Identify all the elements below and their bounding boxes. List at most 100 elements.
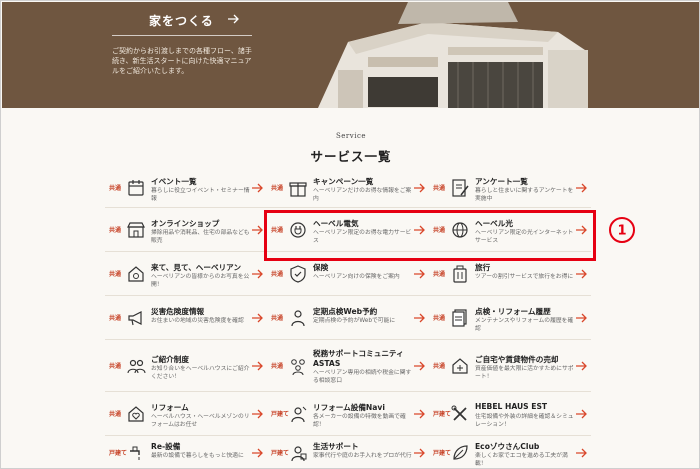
building-photo — [308, 2, 588, 108]
arrow-right-icon — [252, 409, 263, 419]
hero-banner: 家をつくる ご契約からお引渡しまでの各種フロー、諸手続き、新生活スタートに向けた… — [2, 2, 699, 108]
service-description: ヘーベリアン専用の相続や税金に関する相談窓口 — [313, 370, 412, 384]
service-description: ツアーの割引サービスで旅行をお得に — [475, 274, 574, 280]
service-title: イベント一覧 — [151, 177, 197, 186]
arrow-right-icon — [576, 269, 587, 279]
service-description: 楽しくお家でエコを進める工夫が満載！ — [475, 453, 568, 467]
arrow-right-icon — [252, 448, 263, 458]
arrow-right-icon — [414, 448, 425, 458]
scope-tag: 共通 — [433, 315, 446, 322]
gift-icon — [289, 182, 307, 197]
service-card[interactable]: 戸建て EcoゾウさんClub 楽しくお家でエコを進める工夫が満載！ — [429, 436, 591, 468]
scope-tag: 共通 — [109, 185, 122, 192]
service-card[interactable]: 共通 イベント一覧暮らしに役立つイベント・セミナー情報 — [105, 168, 267, 208]
arrow-right-icon — [576, 313, 587, 323]
service-description: 掃除用品や消耗品、住宅の部品なども販売 — [151, 230, 250, 244]
arrow-right-icon — [414, 361, 425, 371]
tax-group-icon — [291, 359, 305, 376]
service-title: 旅行 — [475, 263, 491, 272]
service-title: リフォーム設備Navi — [313, 403, 385, 412]
service-description: ヘーベルハウス・ヘーベルメゾンのリフォームはお任せ — [151, 414, 250, 428]
service-title: HEBEL HAUS EST — [475, 402, 548, 411]
service-description: 定期点検の予約がWebで可能に — [313, 318, 396, 324]
faucet-icon — [130, 446, 140, 460]
arrow-right-icon — [414, 183, 425, 193]
build-home-link[interactable]: 家をつくる — [112, 6, 252, 36]
inspector-icon — [291, 310, 305, 327]
service-title: リフォーム — [151, 403, 189, 412]
calendar-icon — [128, 180, 144, 196]
service-card[interactable]: 共通 定期点検Web予約定期点検の予約がWebで可能に — [267, 296, 429, 340]
service-description: お住まいの地域の災害危険度を確認 — [151, 318, 244, 324]
arrow-right-icon — [414, 269, 425, 279]
document-stack-icon — [452, 309, 467, 327]
service-title: 定期点検Web予約 — [313, 307, 378, 316]
highlight-box — [264, 210, 596, 261]
service-title: EcoゾウさんClub — [475, 442, 540, 451]
arrow-right-icon — [252, 313, 263, 323]
house-heart-icon — [128, 406, 144, 422]
service-title: ご自宅や賃貸物件の売却 — [475, 355, 559, 364]
service-title: 税務サポートコミュニティASTAS — [313, 349, 404, 368]
arrow-right-icon — [252, 183, 263, 193]
suitcase-icon — [453, 265, 467, 283]
service-title: キャンペーン一覧 — [313, 177, 374, 186]
shop-icon — [127, 222, 145, 238]
scope-tag: 共通 — [433, 363, 446, 370]
service-description: 家事代行や庭のお手入れをプロが代行 — [313, 453, 412, 459]
service-card[interactable]: 共通 災害危険度情報 お住まいの地域の災害危険度を確認 — [105, 296, 267, 340]
service-card[interactable]: 共通 ご紹介制度 お知り合いをヘーベルハウスにご紹介ください！ — [105, 340, 267, 392]
leaf-icon — [453, 445, 468, 460]
service-card[interactable]: 共通 キャンペーン一覧ヘーベリアンだけのお得な情報をご案内 — [267, 168, 429, 208]
service-card[interactable]: 共通 ご自宅や賃貸物件の売却資産価値を最大限に活かすためにサポート！ — [429, 340, 591, 392]
arrow-right-icon — [228, 14, 239, 24]
tools-icon — [291, 406, 307, 423]
service-card[interactable]: 共通 アンケート一覧 暮らしと住まいに関するアンケートを実施中 — [429, 168, 591, 208]
service-description: ヘーベリアンだけのお得な情報をご案内 — [313, 188, 412, 202]
people-icon — [127, 359, 146, 374]
service-title: ご紹介制度 — [151, 355, 189, 364]
service-card[interactable]: 戸建て 生活サポート 家事代行や庭のお手入れをプロが代行 — [267, 436, 429, 468]
support-icon — [291, 446, 307, 462]
megaphone-icon — [128, 311, 142, 326]
service-description: 住宅設備や外装の詳細を確認＆シミュレーション！ — [475, 414, 574, 428]
service-description: 資産価値を最大限に活かすためにサポート！ — [475, 366, 574, 380]
service-title: Re-設備 — [151, 442, 181, 451]
section-title: サービス一覧 — [310, 149, 392, 164]
service-title: 保険 — [313, 263, 329, 272]
service-card[interactable]: 戸建て リフォーム設備Navi 各メーカーの設備の特徴を動画で確認！ — [267, 392, 429, 436]
scope-tag: 共通 — [271, 185, 284, 192]
build-home-label: 家をつくる — [149, 14, 214, 28]
service-description: ヘーベリアンの皆様からのお写真を公開！ — [151, 274, 250, 288]
service-description: 最新の設備で暮らしをもっと快適に — [151, 453, 244, 459]
scope-tag: 共通 — [271, 315, 284, 322]
arrow-right-icon — [252, 225, 263, 235]
arrow-right-icon — [576, 448, 587, 458]
arrow-right-icon — [414, 409, 425, 419]
service-card[interactable]: 共通 リフォームヘーベルハウス・ヘーベルメゾンのリフォームはお任せ — [105, 392, 267, 436]
arrow-right-icon — [414, 313, 425, 323]
shield-icon — [290, 265, 306, 283]
hero-description: ご契約からお引渡しまでの各種フロー、諸手続き、新生活スタートに向けた快適マニュア… — [112, 47, 252, 75]
service-card[interactable]: 共通 来て、見て、ヘーベリアン ヘーベリアンの皆様からのお写真を公開！ — [105, 252, 267, 296]
scope-tag: 共通 — [433, 185, 446, 192]
scope-tag: 共通 — [109, 227, 122, 234]
service-description: お知り合いをヘーベルハウスにご紹介ください！ — [151, 366, 250, 380]
arrow-right-icon — [576, 183, 587, 193]
scope-tag: 共通 — [433, 271, 446, 278]
service-title: 来て、見て、ヘーベリアン — [151, 263, 242, 272]
service-title: 生活サポート — [313, 442, 359, 451]
service-card[interactable]: 戸建て Re-設備 最新の設備で暮らしをもっと快適に — [105, 436, 267, 468]
service-card[interactable]: 共通 オンラインショップ 掃除用品や消耗品、住宅の部品なども販売 — [105, 208, 267, 252]
pencil-note-icon — [452, 179, 469, 197]
wrench-cross-icon — [451, 405, 467, 421]
service-title: 点検・リフォーム履歴 — [475, 307, 551, 316]
service-card[interactable]: 共通 点検・リフォーム履歴 メンテナンスやリフォームの履歴を確認 — [429, 296, 591, 340]
camera-house-icon — [128, 266, 144, 282]
scope-tag: 共通 — [109, 411, 122, 418]
service-card[interactable]: 共通 税務サポートコミュニティASTAS ヘーベリアン専用の相続や税金に関する相談窓… — [267, 340, 429, 392]
service-description: ヘーベリアン向けの保険をご案内 — [313, 274, 400, 280]
scope-tag: 共通 — [271, 271, 284, 278]
service-description: 暮らしに役立つイベント・セミナー情報 — [151, 188, 250, 202]
service-card[interactable]: 戸建て HEBEL HAUS EST 住宅設備や外装の詳細を確認＆シミュレーション！ — [429, 392, 591, 436]
